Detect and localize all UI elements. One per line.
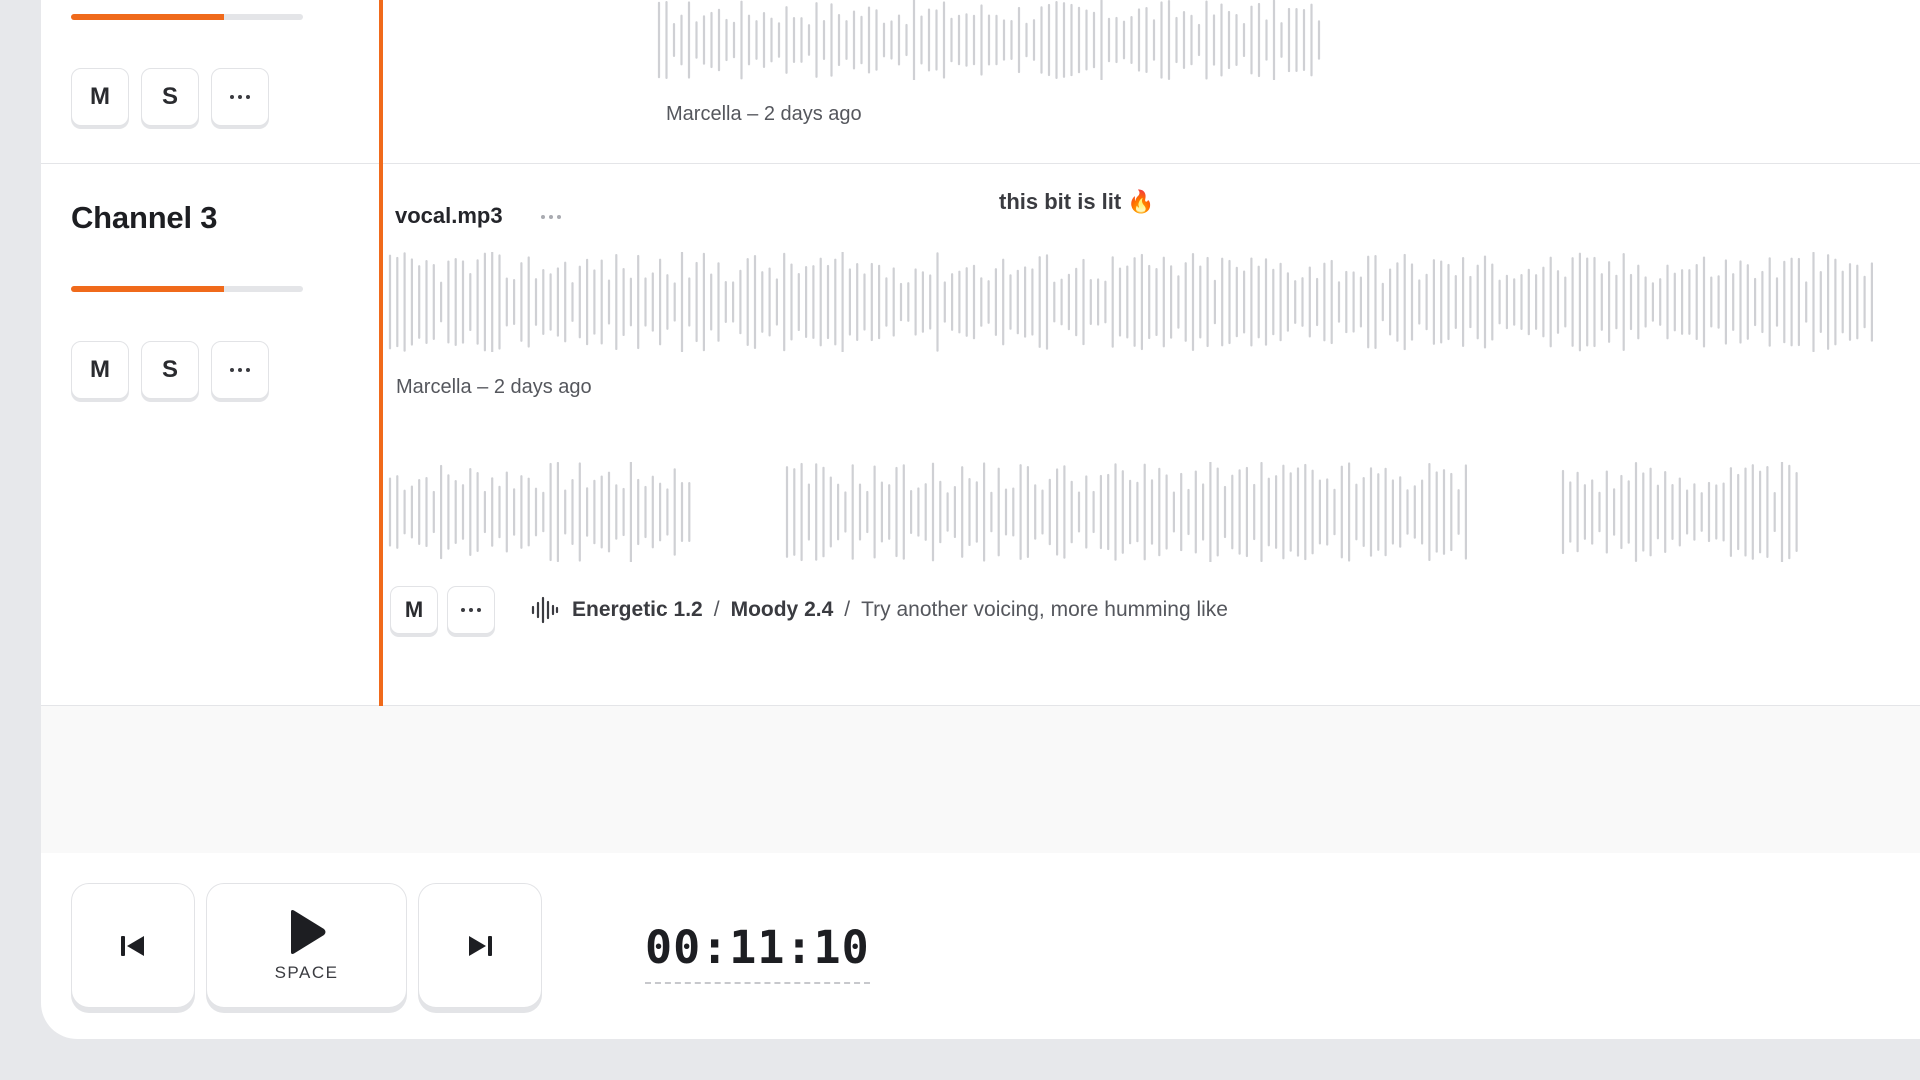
more-icon (230, 368, 250, 372)
breadcrumb-separator: / (713, 598, 720, 621)
time-display[interactable]: 00:11:10 (645, 921, 870, 984)
take-breadcrumb: Energetic 1.2 / Moody 2.4 / Try another … (530, 596, 1228, 624)
take-controls: M Energetic 1.2 / Moody 2.4 / Try anothe… (390, 585, 1228, 635)
more-icon (541, 215, 561, 219)
playhead[interactable] (379, 0, 383, 706)
more-icon (461, 608, 481, 612)
skip-forward-button[interactable] (418, 883, 542, 1008)
volume-meter-channel-3[interactable] (71, 286, 303, 292)
clip-comment[interactable]: this bit is lit 🔥 (999, 189, 1155, 215)
waveform-vocal[interactable] (388, 252, 1920, 352)
waveform-take-segment[interactable] (388, 462, 708, 562)
more-button-track-above[interactable] (211, 68, 269, 126)
volume-meter-fill (71, 286, 225, 292)
waveform-icon (531, 596, 559, 624)
track-header-column: M S Channel 3 M S (41, 0, 380, 706)
empty-track-area[interactable] (41, 706, 1920, 853)
volume-meter-track-above[interactable] (71, 14, 303, 20)
clip-meta-above: Marcella – 2 days ago (666, 103, 862, 125)
clip-meta: Marcella – 2 days ago (396, 376, 592, 398)
solo-button-channel-3[interactable]: S (141, 341, 199, 399)
track-divider (41, 163, 1920, 164)
more-button-channel-3[interactable] (211, 341, 269, 399)
volume-meter-fill (71, 14, 225, 20)
breadcrumb-separator: / (844, 598, 851, 621)
take-note: Try another voicing, more humming like (861, 598, 1228, 621)
channel-name: Channel 3 (71, 200, 218, 235)
waveform-clip-above[interactable] (657, 0, 1367, 80)
waveform-take-segment[interactable] (785, 462, 1485, 562)
play-icon (290, 909, 325, 954)
skip-forward-icon (469, 935, 492, 956)
solo-button-track-above[interactable]: S (141, 68, 199, 126)
breadcrumb-item[interactable]: Moody 2.4 (731, 598, 834, 622)
mute-button-track-above[interactable]: M (71, 68, 129, 126)
take-mute-button[interactable]: M (390, 586, 438, 634)
app-window: M S Channel 3 M S Marcella – 2 days ago … (41, 0, 1920, 1039)
take-more-button[interactable] (447, 586, 495, 634)
clip-file-name: vocal.mp3 (395, 203, 503, 228)
play-shortcut-label: SPACE (274, 962, 339, 982)
clip-more-button[interactable] (541, 215, 561, 219)
transport-bar: SPACE 00:11:10 (41, 853, 1920, 1039)
skip-back-icon (121, 935, 144, 956)
breadcrumb-item[interactable]: Energetic 1.2 (572, 598, 703, 622)
waveform-take-segment[interactable] (1561, 462, 1841, 562)
skip-back-button[interactable] (71, 883, 195, 1008)
more-icon (230, 95, 250, 99)
mute-button-channel-3[interactable]: M (71, 341, 129, 399)
play-button[interactable]: SPACE (206, 883, 407, 1008)
